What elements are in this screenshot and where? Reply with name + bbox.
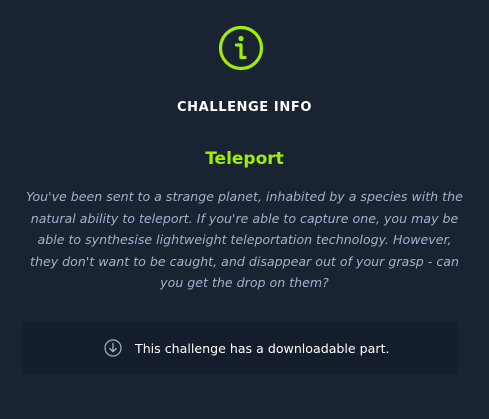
challenge-description: You've been sent to a strange planet, in…: [26, 189, 463, 290]
panel-heading: CHALLENGE INFO: [177, 100, 312, 115]
challenge-info-panel: CHALLENGE INFO Teleport You've been sent…: [0, 0, 489, 419]
download-notice-text: This challenge has a downloadable part.: [135, 341, 390, 356]
challenge-name: Teleport: [205, 149, 284, 169]
download-circle-icon: [104, 339, 122, 357]
info-circle-icon: [218, 25, 264, 71]
